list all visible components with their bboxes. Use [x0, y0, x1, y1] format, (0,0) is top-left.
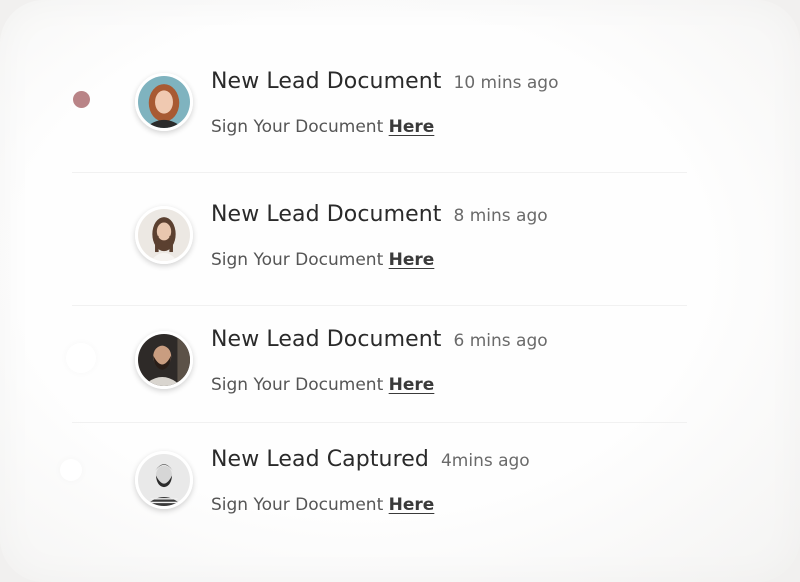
divider: [72, 305, 687, 306]
notification-item[interactable]: New Lead Document 10 mins ago Sign Your D…: [135, 69, 685, 153]
notification-panel: New Lead Document 10 mins ago Sign Your D…: [0, 0, 800, 582]
avatar: [135, 206, 193, 264]
subtitle-text: Sign Your Document: [211, 250, 384, 270]
unread-indicator: [73, 91, 90, 108]
notification-item[interactable]: New Lead Document 6 mins ago Sign Your Do…: [135, 327, 685, 411]
notification-time: 10 mins ago: [453, 73, 559, 93]
notification-title: New Lead Document: [211, 327, 442, 352]
here-link[interactable]: Here: [389, 375, 435, 395]
here-link[interactable]: Here: [389, 250, 435, 270]
read-indicator: [60, 459, 82, 481]
subtitle-text: Sign Your Document: [211, 495, 384, 515]
woman-redhead-avatar-icon: [138, 76, 190, 128]
notification-subtitle: Sign Your Document Here: [211, 117, 434, 137]
woman-dark-hair-avatar-icon: [138, 209, 190, 261]
avatar: [135, 73, 193, 131]
notification-title: New Lead Document: [211, 69, 442, 94]
avatar: [135, 331, 193, 389]
avatar: [135, 451, 193, 509]
notification-subtitle: Sign Your Document Here: [211, 375, 434, 395]
subtitle-text: Sign Your Document: [211, 375, 384, 395]
notification-time: 8 mins ago: [453, 206, 548, 226]
notification-item[interactable]: New Lead Captured 4mins ago Sign Your Doc…: [135, 447, 685, 531]
here-link[interactable]: Here: [389, 117, 435, 137]
notification-subtitle: Sign Your Document Here: [211, 250, 434, 270]
man-beard-avatar-icon: [138, 334, 190, 386]
read-indicator: [66, 343, 96, 373]
divider: [72, 172, 687, 173]
notification-item[interactable]: New Lead Document 8 mins ago Sign Your Do…: [135, 202, 685, 286]
divider: [72, 422, 687, 423]
notification-time: 6 mins ago: [453, 331, 548, 351]
notification-time: 4mins ago: [440, 451, 530, 471]
here-link[interactable]: Here: [389, 495, 435, 515]
man-bw-avatar-icon: [138, 454, 190, 506]
notification-title: New Lead Document: [211, 202, 442, 227]
notification-title: New Lead Captured: [211, 447, 429, 472]
subtitle-text: Sign Your Document: [211, 117, 384, 137]
notification-subtitle: Sign Your Document Here: [211, 495, 434, 515]
